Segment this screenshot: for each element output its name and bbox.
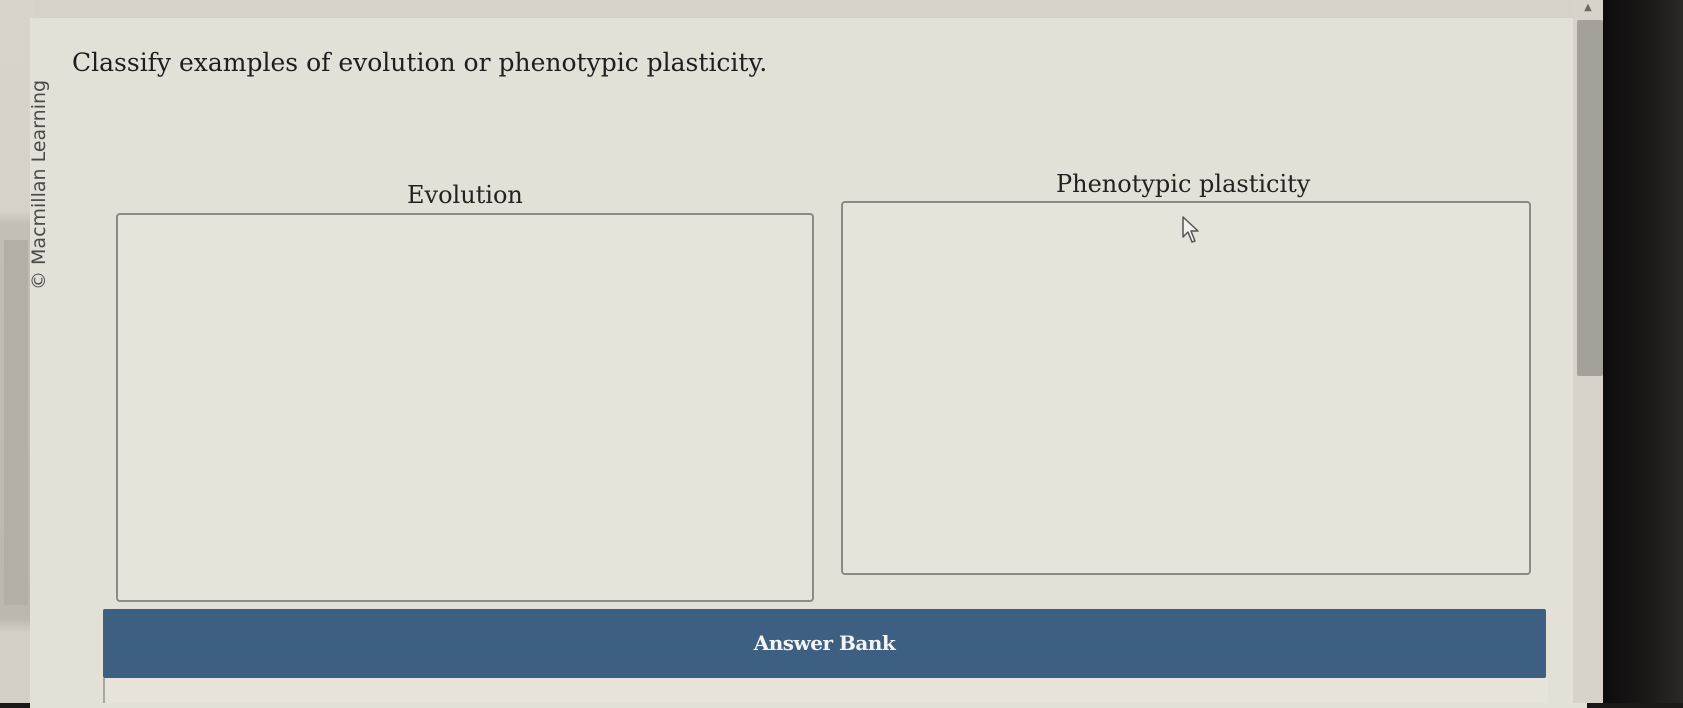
category-heading-phenotypic-plasticity: Phenotypic plasticity xyxy=(1056,170,1311,198)
copyright-label: © Macmillan Learning xyxy=(28,79,50,290)
answer-bank-title: Answer Bank xyxy=(753,631,896,655)
chevron-up-icon[interactable]: ▲ xyxy=(1581,2,1595,14)
answer-bank-area[interactable] xyxy=(103,678,1548,703)
category-heading-evolution: Evolution xyxy=(407,181,523,209)
drop-zone-evolution[interactable] xyxy=(116,213,814,602)
top-edge xyxy=(30,0,1587,18)
page-scrollbar-thumb[interactable] xyxy=(1577,20,1603,376)
drop-zone-phenotypic-plasticity[interactable] xyxy=(841,201,1531,575)
screen: © Macmillan Learning Classify examples o… xyxy=(0,0,1683,708)
question-prompt: Classify examples of evolution or phenot… xyxy=(72,48,768,77)
monitor-bezel xyxy=(1603,0,1683,703)
answer-bank-header: Answer Bank xyxy=(103,609,1546,678)
left-scrollbar[interactable] xyxy=(4,240,28,605)
mouse-pointer-icon xyxy=(1182,216,1199,243)
